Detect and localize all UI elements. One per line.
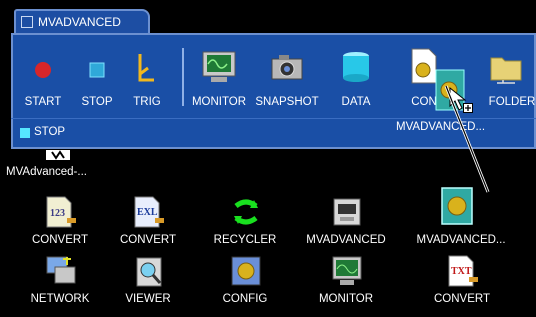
icon-label: CONVERT — [119, 234, 177, 246]
tab-title: MVADVANCED — [38, 15, 121, 29]
record-dot-icon — [35, 62, 51, 78]
svg-text:EXL: EXL — [137, 207, 158, 218]
icon-label: CONVERT — [433, 293, 491, 305]
window-tab[interactable]: MVADVANCED — [14, 9, 150, 33]
icon-label: RECYCLER — [213, 234, 277, 246]
recycle-icon — [234, 199, 258, 225]
status-text: STOP — [34, 126, 66, 138]
desktop-icon-convert-txt[interactable]: TXT CONVERT — [416, 255, 508, 317]
convert-txt-icon: TXT — [448, 255, 478, 287]
desktop-icon-recycler[interactable]: RECYCLER — [199, 196, 291, 258]
monitor-label: MONITOR — [191, 96, 247, 108]
data-label: DATA — [341, 96, 371, 108]
network-icon — [46, 256, 76, 284]
gear-document-icon — [441, 187, 473, 225]
trig-button[interactable]: TRIG — [124, 46, 170, 112]
icon-label: CONFIG — [222, 293, 268, 305]
desktop-icon-mvadvanced[interactable]: MVADVANCED — [300, 196, 392, 258]
config-gear-icon — [231, 256, 261, 286]
icon-label: MONITOR — [318, 293, 374, 305]
desktop-icon-network[interactable]: NETWORK — [14, 255, 106, 317]
desktop-icon-config[interactable]: CONFIG — [199, 255, 291, 317]
monitor-icon — [332, 256, 362, 285]
desktop-icon-mvadvanced-dropped[interactable]: MVADVANCED... — [398, 186, 524, 248]
camera-icon — [271, 55, 303, 80]
svg-text:TXT: TXT — [451, 266, 472, 277]
toolbar-separator — [182, 48, 184, 106]
desktop-partial-label: MVAdvanced-... — [6, 166, 87, 178]
trigger-icon — [138, 54, 154, 82]
stop-button[interactable]: STOP — [72, 46, 122, 112]
icon-label: VIEWER — [125, 293, 171, 305]
trig-label: TRIG — [133, 96, 161, 108]
drag-path-line — [444, 85, 490, 193]
start-button[interactable]: START — [18, 46, 68, 112]
convert-exl-icon: EXL — [134, 196, 164, 228]
data-button[interactable]: DATA — [330, 46, 382, 112]
database-cylinder-icon — [343, 52, 369, 82]
snapshot-button[interactable]: SNAPSHOT — [254, 46, 320, 112]
status-indicator — [20, 128, 30, 138]
desktop-icon-viewer[interactable]: VIEWER — [102, 255, 194, 317]
svg-text:123: 123 — [50, 208, 65, 219]
stop-label: STOP — [81, 96, 113, 108]
start-label: START — [24, 96, 62, 108]
monitor-button[interactable]: MONITOR — [186, 46, 252, 112]
stop-square-icon — [89, 62, 105, 78]
monitor-icon — [202, 51, 236, 82]
partial-icon — [46, 150, 70, 160]
desktop-icon-convert-123[interactable]: 123 CONVERT — [14, 196, 106, 258]
icon-label: CONVERT — [31, 234, 89, 246]
desktop-icon-convert-exl[interactable]: EXL CONVERT — [102, 196, 194, 258]
viewer-magnifier-icon — [136, 257, 162, 287]
icon-label: NETWORK — [30, 293, 90, 305]
convert-123-icon: 123 — [46, 196, 76, 228]
desktop-icon-monitor[interactable]: MONITOR — [300, 255, 392, 317]
icon-label: MVADVANCED — [306, 234, 386, 246]
snapshot-label: SNAPSHOT — [255, 96, 319, 108]
device-icon — [333, 198, 361, 226]
tab-checkbox[interactable] — [21, 16, 33, 28]
icon-label: MVADVANCED... — [416, 234, 506, 246]
